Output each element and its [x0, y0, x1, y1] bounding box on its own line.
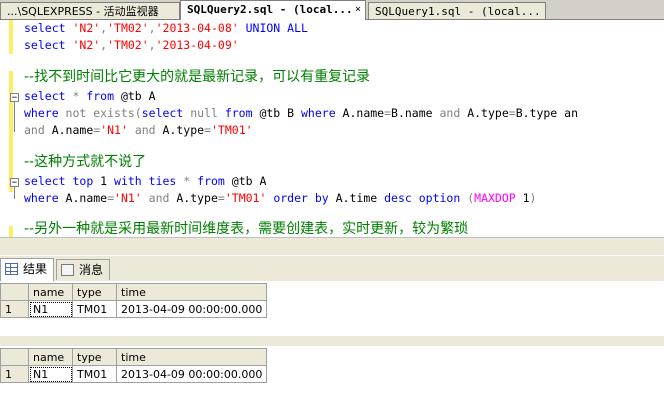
editor-horizontal-scrollbar[interactable]: [0, 237, 664, 255]
collapse-outline-icon[interactable]: −: [10, 93, 19, 103]
column-header[interactable]: name: [28, 283, 73, 301]
table-cell[interactable]: 2013-04-09 00:00:00.000: [115, 365, 268, 383]
message-icon: [61, 264, 74, 276]
table-cell[interactable]: TM01: [72, 365, 117, 383]
outline-line: [14, 187, 15, 199]
outline-line: [14, 102, 15, 132]
tab-label: SQLQuery1.sql - (local...: [375, 5, 541, 18]
change-marker: [9, 71, 13, 156]
change-marker: [9, 20, 13, 54]
row-number-header: [0, 348, 29, 366]
code-line: select top 1 with ties * from @tb A: [24, 174, 267, 188]
tab-activity-monitor[interactable]: ...\SQLEXPRESS - 活动监视器: [0, 2, 180, 19]
column-header[interactable]: time: [115, 348, 268, 366]
code-comment: --这种方式就不说了: [24, 154, 147, 170]
table-cell[interactable]: TM01: [72, 300, 117, 318]
change-marker: [9, 226, 13, 237]
table-row[interactable]: 1 N1 TM01 2013-04-09 00:00:00.000: [0, 365, 268, 383]
tab-label: ...\SQLEXPRESS - 活动监视器: [7, 5, 159, 18]
tab-sqlquery1[interactable]: SQLQuery1.sql - (local...: [368, 2, 546, 19]
tab-messages[interactable]: 消息: [56, 259, 110, 280]
code-line: where not exists(select null from @tb B …: [24, 106, 578, 120]
row-number[interactable]: 1: [0, 365, 29, 383]
grid-icon: [5, 263, 18, 275]
table-cell[interactable]: 2013-04-09 00:00:00.000: [115, 300, 268, 318]
column-header[interactable]: type: [72, 283, 117, 301]
document-tab-strip: ...\SQLEXPRESS - 活动监视器 SQLQuery2.sql - (…: [0, 0, 664, 20]
row-number[interactable]: 1: [0, 300, 29, 318]
code-line: select 'N2','TM02','2013-04-09': [24, 38, 239, 52]
header-row: name type time: [0, 283, 268, 301]
table-row[interactable]: 1 N1 TM01 2013-04-09 00:00:00.000: [0, 300, 268, 318]
grid-separator: [0, 336, 664, 346]
row-number-header: [0, 283, 29, 301]
close-tab-icon[interactable]: ×: [355, 1, 361, 18]
collapse-outline-icon[interactable]: −: [10, 178, 19, 188]
table-cell[interactable]: N1: [28, 365, 73, 383]
code-line: select * from @tb A: [24, 89, 156, 103]
column-header[interactable]: time: [115, 283, 268, 301]
header-row: name type time: [0, 348, 268, 366]
tab-label: 消息: [79, 263, 104, 277]
result-grid-2[interactable]: name type time 1 N1 TM01 2013-04-09 00:0…: [0, 348, 268, 383]
result-tab-strip: 结果 消息: [0, 256, 664, 282]
code-comment: --另外一种就是采用最新时间维度表，需要创建表，实时更新，较为繁琐: [24, 221, 469, 237]
code-line: and A.name='N1' and A.type='TM01': [24, 123, 253, 137]
code-line: where A.name='N1' and A.type='TM01' orde…: [24, 191, 537, 205]
tab-label: 结果: [23, 262, 48, 276]
code-line: select 'N2','TM02','2013-04-08' UNION AL…: [24, 21, 308, 35]
result-grid-1[interactable]: name type time 1 N1 TM01 2013-04-09 00:0…: [0, 283, 268, 318]
tab-label: SQLQuery2.sql - (local...: [187, 3, 353, 16]
tab-results[interactable]: 结果: [0, 258, 54, 281]
tab-sqlquery2[interactable]: SQLQuery2.sql - (local... ×: [180, 0, 366, 20]
column-header[interactable]: type: [72, 348, 117, 366]
code-comment: --找不到时间比它更大的就是最新记录，可以有重复记录: [24, 69, 371, 85]
query-editor[interactable]: − − select 'N2','TM02','2013-04-08' UNIO…: [0, 20, 664, 237]
results-panel: name type time 1 N1 TM01 2013-04-09 00:0…: [0, 281, 664, 407]
table-cell[interactable]: N1: [28, 300, 73, 318]
column-header[interactable]: name: [28, 348, 73, 366]
